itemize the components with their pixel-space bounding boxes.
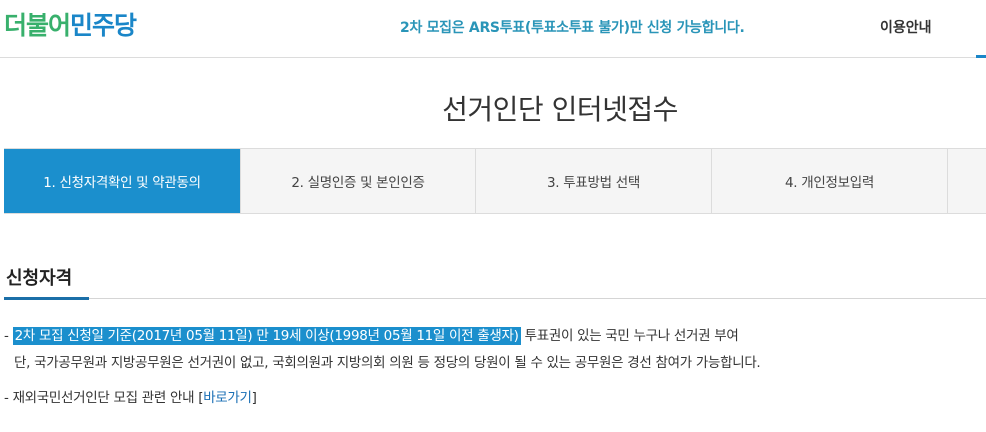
header: 더불어민주당 2차 모집은 ARS투표(투표소투표 불가)만 신청 가능합니다.… [0, 0, 986, 58]
section-title: 신청자격 [6, 268, 73, 289]
step-tab-5[interactable] [948, 149, 986, 213]
eligibility-line-1: - 2차 모집 신청일 기준(2017년 05월 11일) 만 19세 이상(1… [4, 324, 739, 345]
go-link[interactable]: 바로가기 [203, 390, 252, 406]
step-tab-1[interactable]: 1. 신청자격확인 및 약관동의 [4, 149, 241, 213]
line1-prefix: - [4, 328, 13, 344]
logo-text-part1: 더불어 [4, 11, 71, 40]
guide-link[interactable]: 이용안내 [880, 17, 932, 37]
line1-rest: 투표권이 있는 국민 누구나 선거권 부여 [520, 328, 739, 344]
eligibility-line-2: 단, 국가공무원과 지방공무원은 선거권이 없고, 국회의원과 지방의회 의원 … [14, 355, 761, 371]
step-tab-3[interactable]: 3. 투표방법 선택 [476, 149, 712, 213]
line3-suffix: ] [251, 390, 257, 406]
page-title: 선거인단 인터넷접수 [442, 93, 678, 126]
header-accent-bar [976, 55, 986, 58]
section-divider [4, 298, 986, 299]
section-title-underline [4, 297, 89, 300]
eligibility-highlight: 2차 모집 신청일 기준(2017년 05월 11일) 만 19세 이상(199… [12, 327, 521, 345]
line3-prefix: - 재외국민선거인단 모집 관련 안내 [ [4, 390, 204, 406]
step-tab-4[interactable]: 4. 개인정보입력 [712, 149, 948, 213]
step-tab-2[interactable]: 2. 실명인증 및 본인인증 [241, 149, 476, 213]
logo-text-part2: 민주당 [70, 11, 137, 40]
recruit-notice: 2차 모집은 ARS투표(투표소투표 불가)만 신청 가능합니다. [400, 20, 745, 36]
step-tabs: 1. 신청자격확인 및 약관동의 2. 실명인증 및 본인인증 3. 투표방법 … [4, 148, 986, 214]
party-logo[interactable]: 더불어민주당 [4, 6, 137, 42]
overseas-info-line: - 재외국민선거인단 모집 관련 안내 [바로가기] [4, 386, 257, 406]
